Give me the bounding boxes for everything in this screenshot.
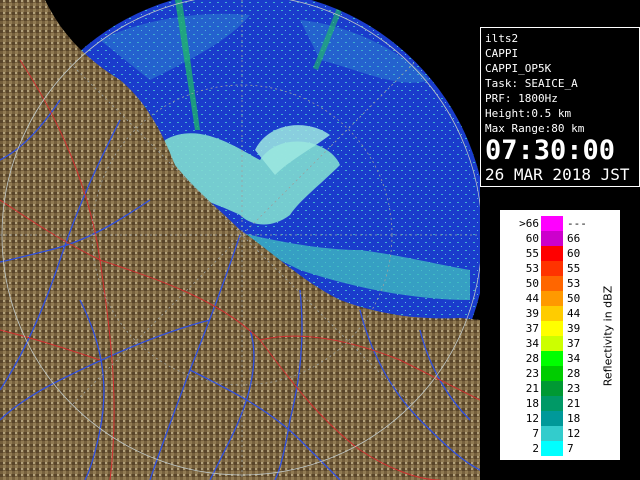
radar-map-canvas [0,0,480,480]
legend-color-swatch [541,381,563,396]
legend-high-value: 34 [567,352,581,365]
legend-color-swatch [541,231,563,246]
legend-row: 21 23 [501,381,619,396]
product-type: CAPPI [485,47,519,60]
legend-row: 44 50 [501,291,619,306]
legend-row: 18 21 [501,396,619,411]
legend-high-value: 44 [567,307,581,320]
legend-row: >66 --- [501,216,619,231]
legend-color-swatch [541,321,563,336]
legend-low-value: 53 [525,262,539,275]
radar-map[interactable] [0,0,480,480]
legend-low-value: 39 [525,307,539,320]
radar-info-panel: ilts2 CAPPI CAPPI_OP5K Task: SEAICE_A PR… [480,27,640,187]
legend-low-value: 28 [525,352,539,365]
legend-high-value: 23 [567,382,581,395]
legend-row: 53 55 [501,261,619,276]
legend-high-value: 50 [567,292,581,305]
legend-color-swatch [541,216,563,231]
legend-low-value: 21 [525,382,539,395]
legend-low-value: 7 [532,427,539,440]
legend-high-value: 53 [567,277,581,290]
observation-time: 07:30:00 [485,135,616,166]
legend-low-value: 50 [525,277,539,290]
legend-row: 23 28 [501,366,619,381]
legend-high-value: 66 [567,232,581,245]
legend-color-swatch [541,306,563,321]
legend-color-swatch [541,426,563,441]
legend-color-swatch [541,396,563,411]
legend-color-swatch [541,411,563,426]
legend-high-value: 55 [567,262,581,275]
legend-color-swatch [541,336,563,351]
prf-label: PRF: 1800Hz [485,92,558,105]
legend-row: 50 53 [501,276,619,291]
legend-low-value: 2 [532,442,539,455]
max-range-label: Max Range:80 km [485,122,585,135]
legend-high-value: 18 [567,412,581,425]
legend-high-value: --- [567,217,587,230]
legend-high-value: 12 [567,427,581,440]
legend-low-value: 23 [525,367,539,380]
legend-row: 55 60 [501,246,619,261]
station-name: ilts2 [485,32,519,45]
legend-high-value: 21 [567,397,581,410]
legend-low-value: 60 [525,232,539,245]
legend-color-swatch [541,246,563,261]
legend-color-swatch [541,366,563,381]
legend-row: 60 66 [501,231,619,246]
reflectivity-legend: Reflectivity in dBZ >66 --- 60 66 55 60 53 55 50… [500,210,620,460]
legend-low-value: 34 [525,337,539,350]
legend-high-value: 39 [567,322,581,335]
legend-low-value: 18 [525,397,539,410]
legend-row: 37 39 [501,321,619,336]
legend-row: 7 12 [501,426,619,441]
legend-color-swatch [541,291,563,306]
height-label: Height:0.5 km [485,107,572,120]
legend-low-value: 12 [525,412,539,425]
task-label: Task: SEAICE_A [485,77,578,90]
legend-high-value: 60 [567,247,581,260]
legend-low-value: 44 [525,292,539,305]
legend-low-value: 55 [525,247,539,260]
legend-row: 28 34 [501,351,619,366]
legend-color-swatch [541,351,563,366]
legend-color-swatch [541,441,563,456]
legend-color-swatch [541,276,563,291]
legend-row: 39 44 [501,306,619,321]
legend-color-swatch [541,261,563,276]
legend-high-value: 37 [567,337,581,350]
legend-high-value: 7 [567,442,574,455]
legend-low-value: >66 [519,217,539,230]
legend-row: 34 37 [501,336,619,351]
legend-high-value: 28 [567,367,581,380]
legend-row: 12 18 [501,411,619,426]
observation-date: 26 MAR 2018 JST [485,165,630,184]
legend-row: 27 [501,441,619,456]
product-id: CAPPI_OP5K [485,62,552,75]
legend-low-value: 37 [525,322,539,335]
